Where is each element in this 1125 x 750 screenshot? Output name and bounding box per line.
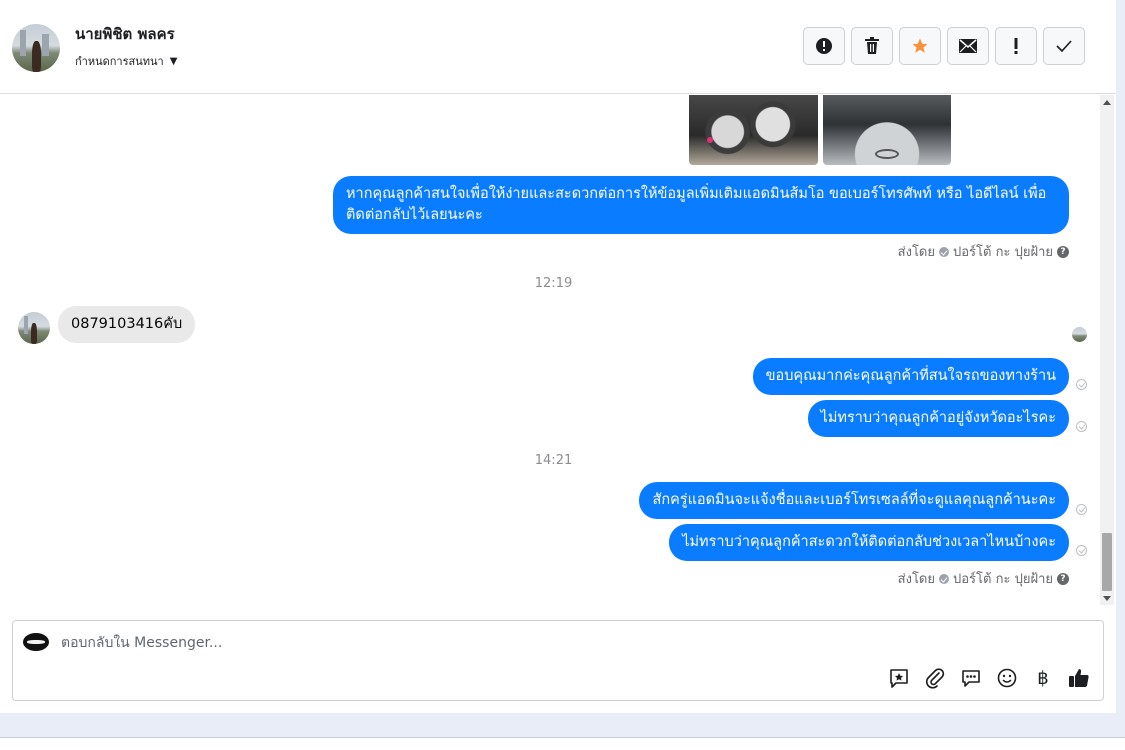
thumbs-up-icon [1069, 669, 1089, 687]
dashboard-photo[interactable] [689, 95, 818, 165]
mark-spam-button[interactable] [803, 27, 845, 65]
page-background-gutter [1116, 0, 1125, 713]
avatar-building [24, 316, 28, 334]
scrollbar-thumb[interactable] [1102, 533, 1112, 591]
sent-by-info: ส่งโดย ปอร์โต้ กะ ปุยฝ้าย ? [898, 241, 1069, 262]
delivered-check-icon [1076, 504, 1087, 515]
car-badge [875, 149, 899, 159]
dashboard-warning-light [707, 137, 713, 143]
emoji-button[interactable] [995, 666, 1019, 690]
reply-composer: ฿ [12, 620, 1104, 701]
message-bubble[interactable]: ขอบคุณมากค่ะคุณลูกค้าที่สนใจรถของทางร้าน [752, 358, 1069, 395]
attachment-button[interactable] [923, 666, 947, 690]
delete-button[interactable] [851, 27, 893, 65]
sent-by-label: ส่งโดย [897, 572, 935, 587]
seen-by-avatar [1072, 327, 1087, 342]
message-bubble[interactable]: ไม่ทราบว่าคุณลูกค้าสะดวกให้ติดต่อกลับช่ว… [669, 524, 1069, 561]
conversation-header: นายพิชิต พลคร กำหนดการสนทนา ▼ [0, 0, 1116, 94]
help-icon[interactable]: ? [1057, 245, 1069, 258]
sender-name: ปอร์โต้ กะ ปุยฝ้าย [953, 245, 1053, 260]
message-bubble[interactable]: สักครู่แอดมินจะแจ้งชื่อและเบอร์โทรเซลล์ท… [639, 482, 1069, 519]
sent-by-info: ส่งโดย ปอร์โต้ กะ ปุยฝ้าย ? [898, 568, 1069, 589]
thread-scrollbar[interactable] [1100, 95, 1114, 605]
delivered-check-icon [1076, 421, 1087, 432]
saved-reply-icon [890, 669, 908, 688]
verified-check-icon [939, 573, 949, 584]
sender-avatar[interactable] [18, 312, 50, 344]
trash-icon [865, 37, 879, 54]
attachment-icon [926, 668, 945, 689]
exclamation-icon [1014, 38, 1018, 54]
inbox-conversation-panel: นายพิชิต พลคร กำหนดการสนทนา ▼ หากคุณลูกค… [0, 0, 1116, 713]
like-button[interactable] [1067, 666, 1091, 690]
avatar-building [20, 30, 26, 56]
mark-done-button[interactable] [1043, 27, 1085, 65]
conversation-actions [803, 27, 1085, 65]
alert-circle-icon [816, 38, 832, 54]
assign-conversation-dropdown[interactable]: กำหนดการสนทนา ▼ [75, 52, 177, 70]
mark-unread-button[interactable] [947, 27, 989, 65]
verified-check-icon [939, 246, 949, 257]
page-background-strip [0, 713, 1125, 737]
emoji-icon [997, 668, 1017, 688]
saved-reply-button[interactable] [887, 666, 911, 690]
message-thread[interactable]: หากคุณลูกค้าสนใจเพื่อให้ง่ายและสะดวกต่อก… [0, 95, 1100, 605]
payment-button[interactable]: ฿ [1031, 666, 1055, 690]
page-logo [23, 633, 49, 651]
avatar-person [32, 41, 41, 72]
scroll-up-arrow-icon[interactable] [1103, 100, 1111, 105]
message-bubble[interactable]: หากคุณลูกค้าสนใจเพื่อให้ง่ายและสะดวกต่อก… [333, 176, 1069, 234]
baht-icon: ฿ [1037, 667, 1049, 689]
timestamp: 12:19 [534, 276, 573, 291]
follow-up-button[interactable] [995, 27, 1037, 65]
incoming-message-bubble[interactable]: 0879103416คับ [58, 306, 196, 343]
help-icon[interactable]: ? [1057, 572, 1069, 585]
delivered-check-icon [1076, 545, 1087, 556]
star-icon [912, 38, 928, 53]
message-bubble[interactable]: ไม่ทราบว่าคุณลูกค้าอยู่จังหวัดอะไรคะ [807, 400, 1069, 437]
sender-name: ปอร์โต้ กะ ปุยฝ้าย [953, 572, 1053, 587]
caret-down-icon: ▼ [169, 55, 178, 67]
timestamp: 14:21 [534, 453, 573, 468]
star-button[interactable] [899, 27, 941, 65]
assign-label: กำหนดการสนทนา [75, 55, 164, 68]
engine-bay-photo[interactable] [823, 95, 951, 165]
messenger-icon [962, 670, 980, 687]
delivered-check-icon [1076, 379, 1087, 390]
messenger-button[interactable] [959, 666, 983, 690]
sent-by-label: ส่งโดย [897, 245, 935, 260]
divider [0, 737, 1125, 738]
envelope-icon [959, 39, 977, 53]
avatar-person [31, 323, 37, 344]
composer-toolbar: ฿ [887, 666, 1091, 690]
avatar-building [42, 34, 49, 56]
contact-avatar[interactable] [12, 24, 60, 72]
scroll-down-arrow-icon[interactable] [1103, 596, 1111, 601]
contact-name[interactable]: นายพิชิต พลคร [75, 22, 175, 46]
checkmark-icon [1056, 40, 1072, 52]
reply-input[interactable] [61, 633, 881, 653]
